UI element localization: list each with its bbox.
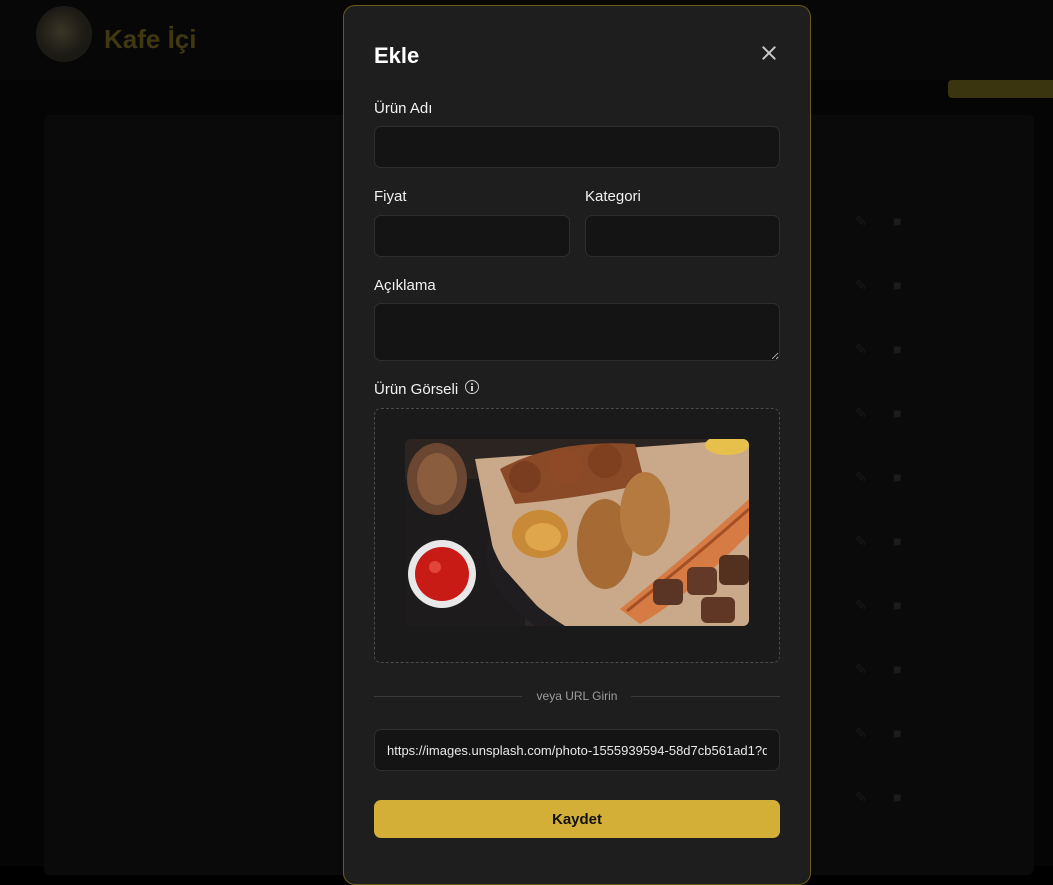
edit-icon: ✎ <box>855 534 869 548</box>
info-icon[interactable] <box>465 380 479 394</box>
description-label: Açıklama <box>374 277 436 294</box>
edit-icon: ✎ <box>855 214 869 228</box>
save-button[interactable]: Kaydet <box>374 800 780 838</box>
trash-icon: ■ <box>893 598 907 612</box>
trash-icon: ■ <box>893 662 907 676</box>
product-name-label: Ürün Adı <box>374 100 432 117</box>
trash-icon: ■ <box>893 534 907 548</box>
category-input[interactable] <box>585 215 780 257</box>
trash-icon: ■ <box>893 470 907 484</box>
trash-icon: ■ <box>893 406 907 420</box>
price-input[interactable] <box>374 215 570 257</box>
edit-icon: ✎ <box>855 406 869 420</box>
category-label: Kategori <box>585 188 641 205</box>
edit-icon: ✎ <box>855 342 869 356</box>
trash-icon: ■ <box>893 214 907 228</box>
product-image-label: Ürün Görseli <box>374 381 458 398</box>
trash-icon: ■ <box>893 342 907 356</box>
brand-name: Kafe İçi <box>104 24 197 55</box>
trash-icon: ■ <box>893 726 907 740</box>
add-product-modal: Ekle Ürün Adı Fiyat Kategori Açıklama Ür… <box>343 5 811 885</box>
close-icon[interactable] <box>758 42 780 64</box>
trash-icon: ■ <box>893 278 907 292</box>
edit-icon: ✎ <box>855 662 869 676</box>
image-dropzone[interactable] <box>374 408 780 663</box>
brand-logo <box>36 6 92 62</box>
edit-icon: ✎ <box>855 598 869 612</box>
divider-text: veya URL Girin <box>374 689 780 703</box>
product-name-input[interactable] <box>374 126 780 168</box>
price-label: Fiyat <box>374 188 407 205</box>
modal-title: Ekle <box>374 43 419 69</box>
product-image-preview <box>405 439 749 626</box>
url-divider: veya URL Girin <box>374 687 780 705</box>
trash-icon: ■ <box>893 790 907 804</box>
edit-icon: ✎ <box>855 726 869 740</box>
header-action-button <box>948 80 1053 98</box>
image-url-input[interactable] <box>374 729 780 771</box>
description-textarea[interactable] <box>374 303 780 361</box>
edit-icon: ✎ <box>855 790 869 804</box>
edit-icon: ✎ <box>855 470 869 484</box>
edit-icon: ✎ <box>855 278 869 292</box>
